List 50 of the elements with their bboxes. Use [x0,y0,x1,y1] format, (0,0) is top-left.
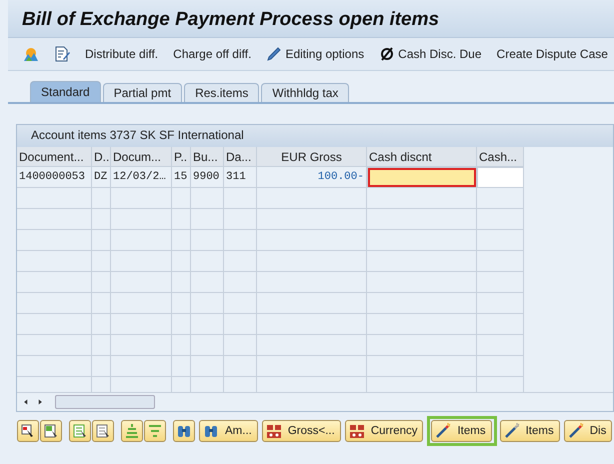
document-arrow-icon [72,423,88,439]
column-header[interactable]: Da... [224,146,257,168]
document-arrow-icon [95,423,111,439]
toolbar-button[interactable]: Cash Disc. Due [375,44,486,64]
column-header[interactable]: Document... [17,146,92,168]
icon-button[interactable] [173,420,195,442]
column-header[interactable]: Docum... [111,146,172,168]
toolbar-button[interactable]: Editing options [262,44,368,64]
magic-wand-icon [568,423,584,439]
pencil-icon [266,46,282,62]
toolbar-button[interactable]: Create Dispute Case [492,45,612,63]
diameter-icon [379,46,396,62]
toolbar-button[interactable]: Distribute diff. [81,45,162,63]
toolbar-button[interactable]: Items [431,420,492,442]
toolbar-button[interactable]: Currency [344,420,424,442]
money-icon [348,423,365,439]
icon-button[interactable] [17,420,39,442]
column-header[interactable]: EUR Gross [257,146,367,168]
column-header[interactable]: P.. [172,146,191,168]
document-arrow-icon [43,423,59,439]
toolbar-button[interactable]: Dis [564,420,612,442]
magic-wand-icon [504,423,520,439]
landscape-icon [23,46,39,62]
scrollbar-thumb[interactable] [55,395,155,410]
icon-button[interactable] [92,420,114,442]
tab[interactable]: Res.items [184,83,260,102]
select-arrow-icon [20,423,36,439]
tab[interactable]: Standard [30,81,101,102]
filter-icon [147,423,163,439]
money-icon [266,423,282,439]
table-title: Account items 3737 SK SF International [31,128,244,142]
magic-wand-icon [435,423,452,439]
column-header[interactable]: Bu... [191,146,224,168]
column-header[interactable]: Cash... [477,146,524,168]
tab[interactable]: Withhldg tax [261,83,350,102]
binoculars-icon [176,423,192,439]
binoculars-icon [203,423,219,439]
tab[interactable]: Partial pmt [102,83,182,102]
edit-document-icon [54,46,70,62]
sort-icon [124,423,140,439]
toolbar-button[interactable]: Items [500,420,560,442]
toolbar-button[interactable]: Charge off diff. [169,45,256,63]
input-field[interactable] [367,167,477,188]
toolbar-button[interactable]: Gross<... [262,420,341,442]
input-field[interactable] [477,167,524,188]
toolbar-button[interactable]: Am... [199,420,258,442]
column-header[interactable]: D.. [92,146,111,168]
window-title: Bill of Exchange Payment Process open items [22,9,440,31]
icon-button[interactable] [40,420,62,442]
column-header[interactable]: Cash discnt [367,146,477,168]
